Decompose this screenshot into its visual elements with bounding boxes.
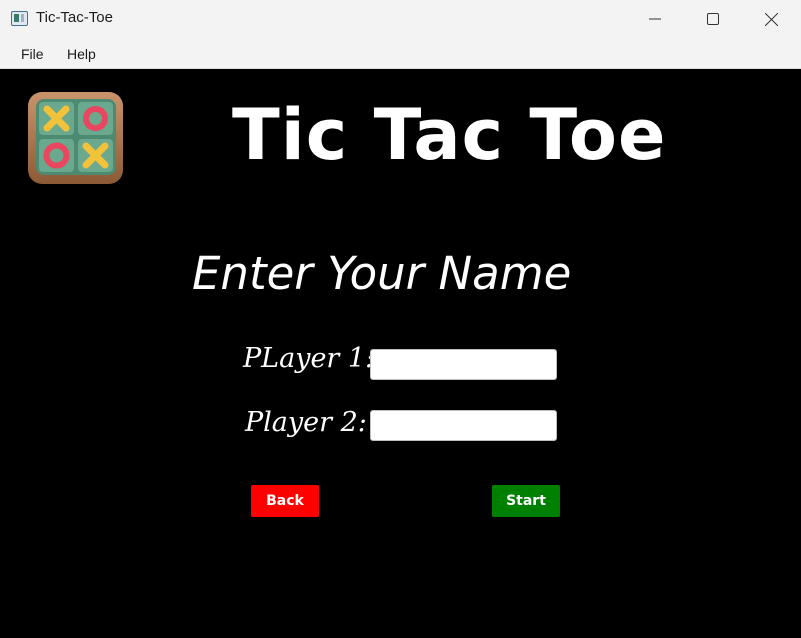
close-icon <box>764 12 778 26</box>
enter-name-heading: Enter Your Name <box>192 247 572 300</box>
menu-file[interactable]: File <box>21 46 44 62</box>
tic-tac-toe-board-icon <box>28 92 123 184</box>
maximize-icon <box>707 13 719 25</box>
close-button[interactable] <box>742 0 800 38</box>
menu-bar: File Help <box>0 38 801 69</box>
main-content: Tic Tac Toe Enter Your Name PLayer 1: Pl… <box>0 69 801 638</box>
minimize-button[interactable] <box>626 0 684 38</box>
page-title: Tic Tac Toe <box>232 94 667 176</box>
back-button[interactable]: Back <box>251 485 319 517</box>
title-bar[interactable]: Tic-Tac-Toe <box>0 0 801 38</box>
player2-name-input[interactable] <box>370 410 557 441</box>
player1-name-input[interactable] <box>370 349 557 380</box>
minimize-icon <box>649 18 661 20</box>
window-title: Tic-Tac-Toe <box>36 9 113 26</box>
start-button[interactable]: Start <box>492 485 560 517</box>
app-window: Tic-Tac-Toe File Help Tic Tac Toe Enter … <box>0 0 801 638</box>
menu-help[interactable]: Help <box>67 46 96 62</box>
player2-label: Player 2: <box>245 407 367 438</box>
app-window-icon <box>11 11 28 26</box>
player1-label: PLayer 1: <box>243 343 375 374</box>
maximize-button[interactable] <box>684 0 742 38</box>
